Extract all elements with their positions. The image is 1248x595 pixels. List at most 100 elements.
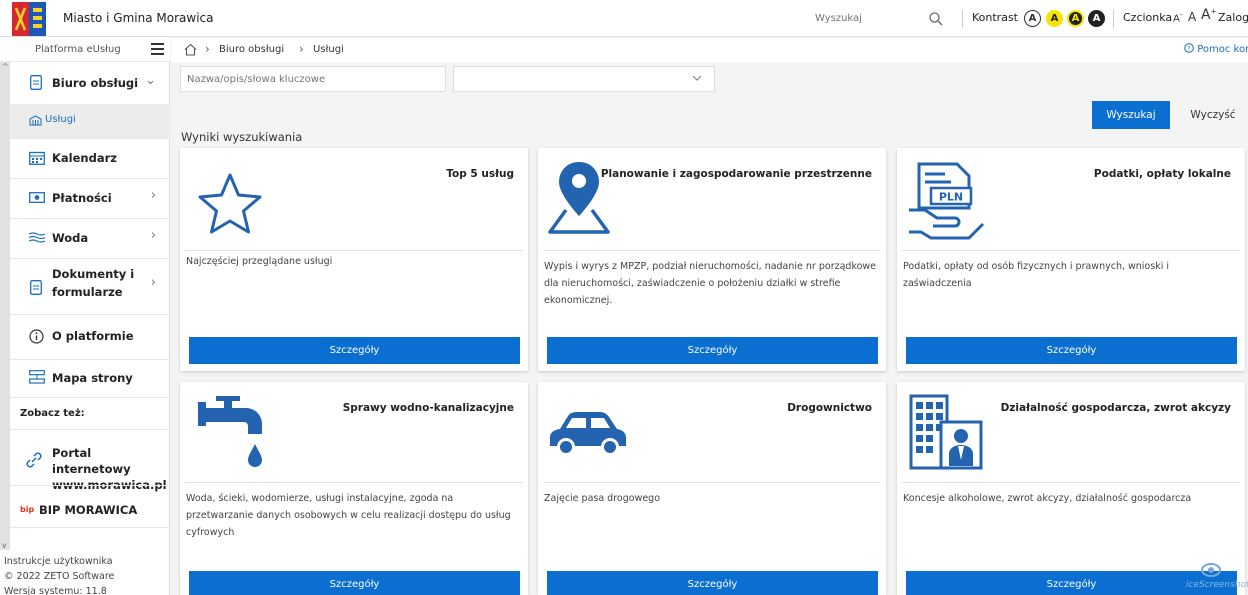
water-icon (29, 232, 45, 243)
sidebar-item-label: formularze (52, 285, 123, 299)
clear-button[interactable]: Wyczyść (1180, 101, 1246, 129)
chevron-right-icon: › (150, 275, 156, 290)
sidebar-item-kalendarz[interactable]: Kalendarz (10, 138, 170, 178)
sidebar-subitem-label: Usługi (45, 114, 76, 125)
results-heading: Wyniki wyszukiwania (181, 130, 303, 144)
help-icon: ? (1184, 43, 1194, 53)
sidebar-item-label: Biuro obsługi (52, 76, 139, 90)
card-divider (185, 250, 523, 251)
star-icon (198, 173, 262, 234)
chevron-down-icon (692, 75, 702, 81)
sidebar-scrollbar[interactable]: ^ v (0, 62, 10, 550)
sidebar: Platforma eUsług ^ v Biuro obsługi ⌄ Usł… (0, 37, 170, 595)
contrast-black-yellow-button[interactable]: A (1067, 10, 1084, 27)
card-divider (902, 482, 1240, 483)
user-manual-link[interactable]: Instrukcje użytkownika (4, 556, 113, 567)
money-icon (29, 192, 45, 203)
bip-link[interactable]: BIP MORAWICA (39, 503, 137, 517)
svg-text:?: ? (1187, 44, 1190, 52)
category-select[interactable] (453, 66, 715, 92)
coat-of-arms-icon (12, 2, 46, 36)
card-title: Top 5 usług (446, 168, 514, 180)
breadcrumb-separator: › (205, 42, 210, 56)
contrast-yellow-button[interactable]: A (1046, 10, 1063, 27)
sidebar-item-biuro-obslugi[interactable]: Biuro obsługi ⌄ (10, 62, 170, 104)
sidebar-item-label: O platformie (52, 329, 134, 343)
watermark-logo-icon (1201, 563, 1221, 577)
font-small-button[interactable]: A- (1173, 11, 1182, 24)
info-icon (29, 329, 44, 344)
card-title: Planowanie i zagospodarowanie przestrzen… (600, 168, 872, 180)
sidebar-item-label: Mapa strony (52, 371, 133, 385)
card-divider (185, 482, 523, 483)
sidebar-item-dokumenty[interactable]: Dokumenty i formularze › (10, 258, 170, 314)
search-icon[interactable] (928, 11, 944, 27)
header-search-input[interactable] (815, 8, 915, 24)
breadcrumb: › Biuro obsługi › Usługi ? Pomoc konteks… (171, 38, 1248, 62)
contrast-black-white-button[interactable]: A (1088, 10, 1105, 27)
details-button[interactable]: Szczegóły (189, 337, 520, 364)
chevron-down-icon: ⌄ (145, 73, 156, 88)
document-icon (30, 280, 42, 295)
service-card: Drogownictwo Zajęcie pasa drogowego Szcz… (538, 382, 886, 595)
sidebar-item-label: Dokumenty i (52, 267, 135, 281)
context-help-link[interactable]: ? Pomoc kontekstowa (1184, 43, 1248, 55)
calendar-icon (29, 151, 45, 165)
sidebar-item-o-platformie[interactable]: O platformie (10, 314, 170, 359)
font-large-button[interactable]: A+ (1201, 7, 1216, 23)
header-divider (962, 10, 963, 28)
details-button[interactable]: Szczegóły (189, 571, 520, 595)
card-title: Podatki, opłaty lokalne (1093, 168, 1231, 180)
link-icon (26, 452, 42, 468)
card-title: Działalność gospodarcza, zwrot akcyzy (1000, 402, 1231, 414)
details-button[interactable]: Szczegóły (906, 337, 1237, 364)
header-search (815, 8, 950, 30)
chevron-right-icon: › (150, 228, 156, 243)
font-small-letter: A (1173, 13, 1180, 25)
home-icon[interactable] (184, 43, 197, 56)
sidebar-divider (10, 485, 170, 486)
login-link[interactable]: Zaloguj (1218, 11, 1248, 24)
pln-label: PLN (939, 191, 963, 204)
bip-logo: bip (20, 505, 35, 514)
service-card: Planowanie i zagospodarowanie przestrzen… (538, 148, 886, 371)
scroll-up-icon[interactable]: ^ (2, 62, 9, 71)
card-description: Najczęściej przeglądane usługi (186, 256, 333, 267)
card-divider (902, 250, 1240, 251)
breadcrumb-item[interactable]: Biuro obsługi (219, 44, 284, 55)
tax-invoice-icon: PLN (909, 162, 985, 240)
font-plus-mark: + (1210, 7, 1217, 16)
platform-label: Platforma eUsług (35, 44, 121, 55)
sidebar-item-woda[interactable]: Woda › (10, 218, 170, 258)
card-divider (543, 250, 881, 251)
details-button[interactable]: Szczegóły (547, 337, 878, 364)
platform-row: Platforma eUsług (0, 37, 170, 62)
breadcrumb-separator: › (299, 42, 304, 56)
font-normal-button[interactable]: A (1188, 10, 1196, 24)
service-card: PLN Podatki, opłaty lokalne Podatki, opł… (897, 148, 1245, 371)
service-card: Top 5 usług Najczęściej przeglądane usłu… (180, 148, 528, 371)
sitemap-icon (29, 370, 45, 384)
sidebar-item-label: Woda (52, 231, 89, 245)
sidebar-subitem-uslugi[interactable]: Usługi (10, 104, 170, 138)
details-button[interactable]: Szczegóły (547, 571, 878, 595)
chevron-right-icon: › (150, 188, 156, 203)
font-size-label: Czcionka (1123, 11, 1173, 24)
top-header: Miasto i Gmina Morawica Kontrast A A A A… (0, 0, 1248, 37)
card-divider (543, 482, 881, 483)
sidebar-item-platnosci[interactable]: Płatności › (10, 178, 170, 218)
contrast-label: Kontrast (972, 11, 1018, 24)
contrast-default-button[interactable]: A (1024, 10, 1041, 27)
search-button[interactable]: Wyszukaj (1092, 101, 1170, 129)
sidebar-item-label: Kalendarz (52, 151, 117, 165)
card-description: Woda, ścieki, wodomierze, usługi instala… (186, 493, 511, 538)
sidebar-item-mapa-strony[interactable]: Mapa strony (10, 359, 170, 397)
card-description: Wypis i wyrys z MPZP, podział nieruchomo… (544, 261, 877, 306)
scroll-down-icon[interactable]: v (2, 541, 7, 550)
font-minus-mark: - (1179, 11, 1183, 19)
hamburger-menu-icon[interactable] (151, 43, 164, 55)
services-icon (29, 115, 42, 126)
water-tap-icon (198, 396, 262, 467)
site-title[interactable]: Miasto i Gmina Morawica (63, 11, 213, 25)
keyword-search-input[interactable] (180, 66, 446, 92)
